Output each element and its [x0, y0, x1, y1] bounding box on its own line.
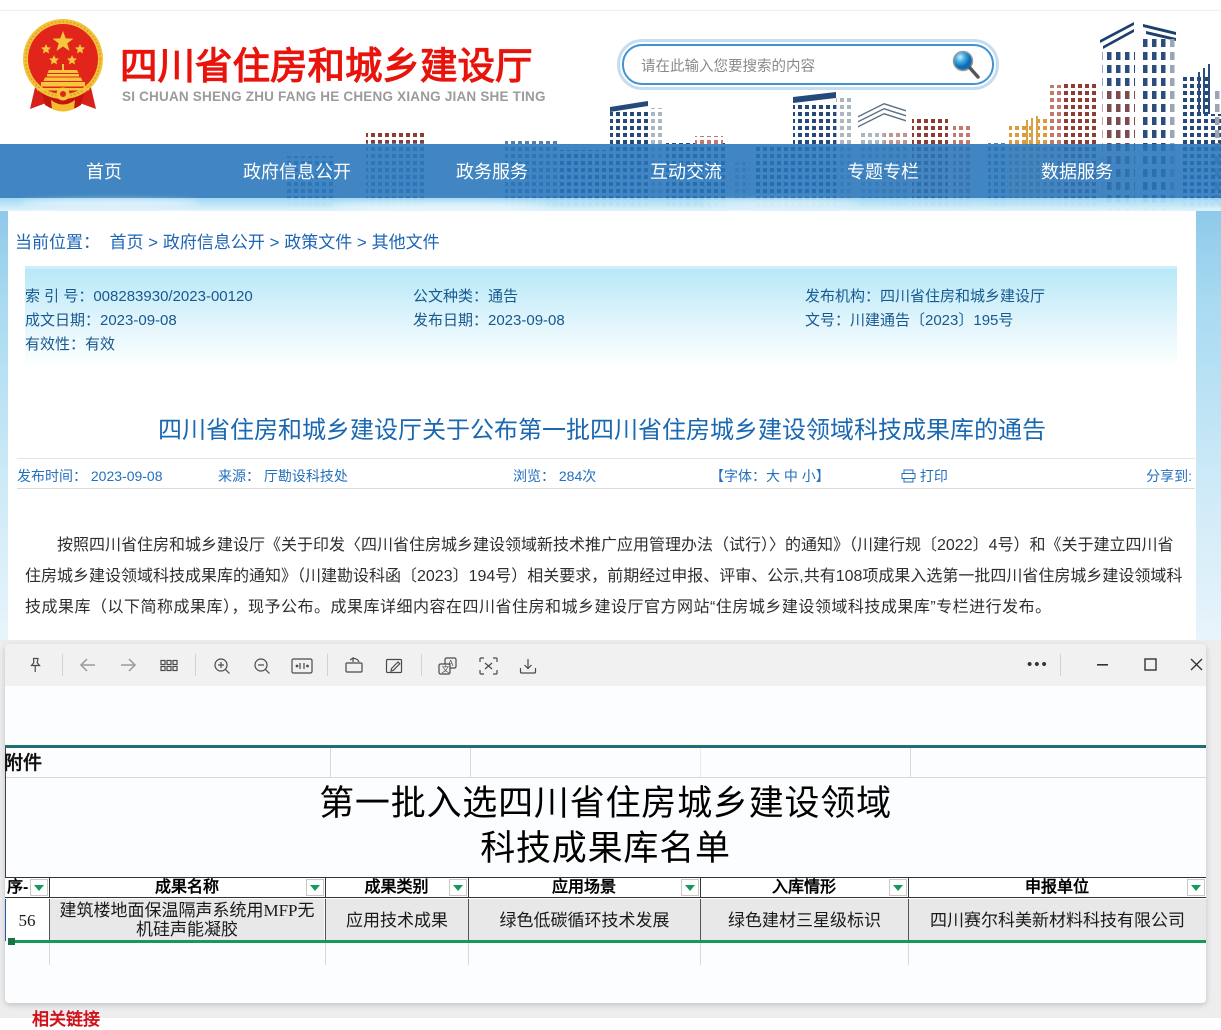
svg-text:文: 文 — [442, 664, 450, 674]
